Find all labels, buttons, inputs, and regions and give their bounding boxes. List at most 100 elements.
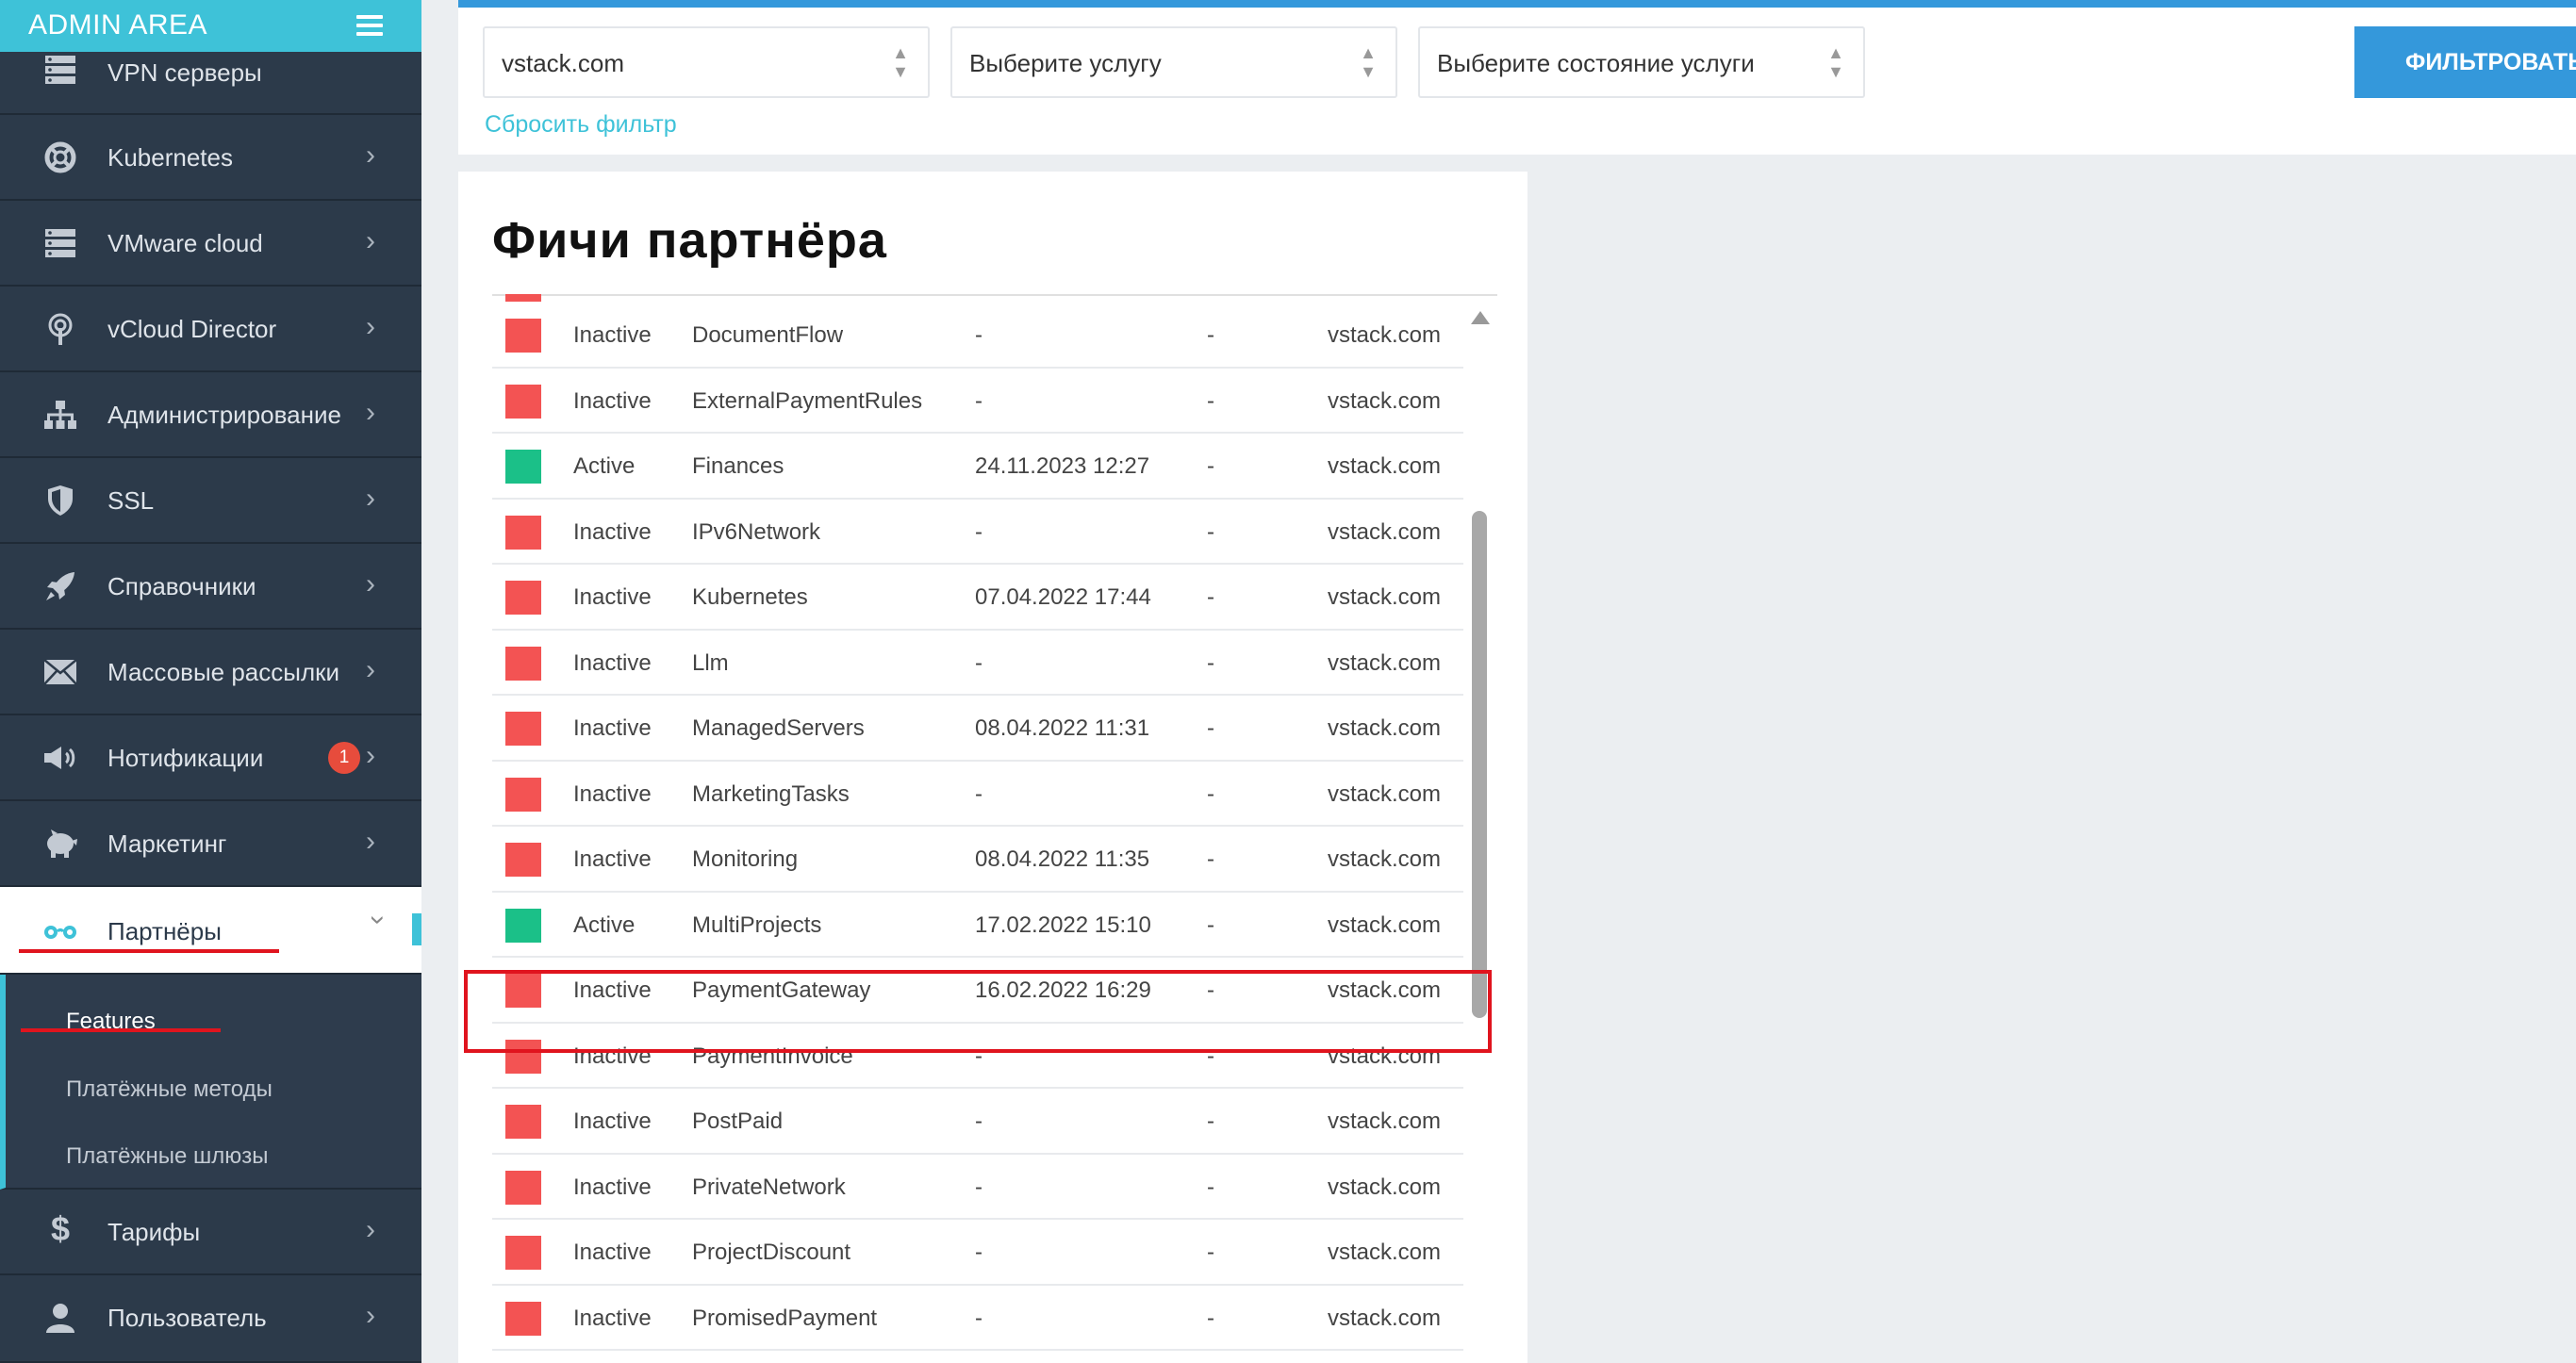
reset-filter-link[interactable]: Сбросить фильтр	[485, 111, 677, 139]
sidebar-item-label: Администрирование	[107, 401, 341, 429]
submenu-item-payment-methods[interactable]: Платёжные методы	[66, 1076, 272, 1103]
sitemap-icon	[43, 398, 77, 432]
status-cell: Inactive	[573, 1174, 652, 1200]
date-cell: -	[975, 649, 983, 676]
feature-name-cell: ManagedServers	[692, 715, 865, 741]
sidebar-item-label: Нотификации	[107, 744, 264, 772]
status-cell: Inactive	[573, 1240, 652, 1265]
table-row[interactable]: Inactive MarketingTasks - - vstack.com	[492, 762, 1463, 827]
sidebar-item-label: VMware cloud	[107, 229, 263, 257]
annotation-underline-partners	[19, 949, 279, 953]
sidebar-item-user[interactable]: Пользователь ›	[0, 1275, 421, 1363]
table-row[interactable]: Active MultiProjects 17.02.2022 15:10 - vsta…	[492, 893, 1463, 958]
server-icon	[43, 226, 77, 260]
service-state-select[interactable]: Выберите состояние услуги ▲ ▼	[1418, 26, 1865, 98]
domain-select[interactable]: vstack.com ▲ ▼	[483, 26, 930, 98]
chevron-right-icon: ›	[366, 1214, 375, 1245]
status-indicator	[505, 450, 541, 484]
table-row[interactable]: Inactive Kubernetes 07.04.2022 17:44 - vstac…	[492, 565, 1463, 631]
shield-icon	[43, 484, 77, 517]
table-row[interactable]: Inactive PromisedPayment - - vstack.com	[492, 1286, 1463, 1351]
feature-name-cell: ProjectDiscount	[692, 1240, 851, 1265]
status-cell: Inactive	[573, 1305, 652, 1331]
sidebar-item-tariffs[interactable]: $ Тарифы ›	[0, 1190, 421, 1275]
scroll-up-arrow-icon[interactable]	[1471, 311, 1490, 324]
chevron-right-icon: ›	[366, 225, 375, 256]
chevron-right-icon: ›	[366, 740, 375, 771]
partners-submenu: Features Платёжные методы Платёжные шлюз…	[0, 975, 421, 1190]
chevron-right-icon: ›	[366, 826, 375, 857]
sidebar-item-administration[interactable]: Администрирование ›	[0, 372, 421, 458]
table-row[interactable]: Inactive PrivateNetwork - - vstack.com	[492, 1155, 1463, 1220]
chevron-right-icon: ›	[366, 568, 375, 599]
status-cell: Active	[573, 453, 636, 479]
extra-cell: -	[1207, 1174, 1214, 1200]
extra-cell: -	[1207, 715, 1214, 741]
table-row[interactable]: Inactive Llm - - vstack.com	[492, 631, 1463, 696]
extra-cell: -	[1207, 453, 1214, 479]
feature-name-cell: MarketingTasks	[692, 780, 850, 807]
chevron-right-icon: ›	[366, 654, 375, 685]
status-indicator	[505, 319, 541, 353]
sidebar-item-references[interactable]: Справочники ›	[0, 544, 421, 630]
feature-name-cell: PromisedPayment	[692, 1305, 878, 1331]
partner-features-card: Фичи партнёра Inactive DocumentFlow - - vsta…	[458, 172, 1527, 1363]
date-cell: 24.11.2023 12:27	[975, 453, 1150, 479]
sidebar-item-vmware-cloud[interactable]: VMware cloud ›	[0, 201, 421, 287]
table-row[interactable]: Active Finances 24.11.2023 12:27 - vstack.co…	[492, 434, 1463, 500]
sidebar-item-label: Пользователь	[107, 1304, 267, 1332]
status-indicator	[505, 908, 541, 943]
hamburger-menu-icon[interactable]	[356, 15, 383, 36]
status-cell: Inactive	[573, 649, 652, 676]
extra-cell: -	[1207, 1108, 1214, 1134]
sidebar-item-label: Массовые рассылки	[107, 658, 340, 686]
sidebar-item-kubernetes[interactable]: Kubernetes ›	[0, 115, 421, 201]
status-cell: Inactive	[573, 715, 652, 741]
sidebar-item-label: Kubernetes	[107, 143, 233, 172]
feature-name-cell: PostPaid	[692, 1108, 784, 1134]
table-row[interactable]: Inactive ExternalPaymentRules - - vstack.com	[492, 369, 1463, 434]
active-indicator	[412, 913, 421, 945]
status-cell: Inactive	[573, 1108, 652, 1134]
service-select-value: Выберите услугу	[969, 49, 1162, 77]
date-cell: -	[975, 1240, 983, 1265]
sidebar-item-partners[interactable]: Партнёры ›	[0, 887, 421, 975]
megaphone-icon	[43, 741, 77, 775]
extra-cell: -	[1207, 846, 1214, 872]
annotation-highlight-box	[464, 970, 1492, 1053]
lifebuoy-icon	[43, 140, 77, 174]
feature-name-cell: DocumentFlow	[692, 322, 844, 348]
table-row[interactable]: Inactive ProjectDiscount - - vstack.com	[492, 1220, 1463, 1286]
extra-cell: -	[1207, 322, 1214, 348]
status-indicator	[505, 515, 541, 550]
feature-name-cell: PrivateNetwork	[692, 1174, 846, 1200]
date-cell: -	[975, 1305, 983, 1331]
filter-button[interactable]: ФИЛЬТРОВАТЬ	[2354, 26, 2576, 98]
table-row[interactable]: Inactive Monitoring 08.04.2022 11:35 - vstac…	[492, 827, 1463, 893]
table-row[interactable]: Inactive DocumentFlow - - vstack.com	[492, 303, 1463, 369]
extra-cell: -	[1207, 1305, 1214, 1331]
service-select[interactable]: Выберите услугу ▲ ▼	[950, 26, 1397, 98]
sidebar-item-notifications[interactable]: Нотификации 1 ›	[0, 715, 421, 801]
domain-cell: vstack.com	[1328, 1108, 1442, 1134]
page-title: Фичи партнёра	[492, 212, 887, 269]
glasses-icon	[43, 913, 77, 947]
feature-name-cell: ExternalPaymentRules	[692, 387, 923, 414]
date-cell: -	[975, 322, 983, 348]
status-indicator	[505, 843, 541, 877]
status-indicator	[505, 777, 541, 812]
domain-cell: vstack.com	[1328, 846, 1442, 872]
status-indicator	[505, 1105, 541, 1139]
sidebar-item-marketing[interactable]: Маркетинг ›	[0, 801, 421, 887]
sidebar-item-vcloud-director[interactable]: vCloud Director ›	[0, 287, 421, 372]
status-indicator	[505, 581, 541, 615]
submenu-item-payment-gateways[interactable]: Платёжные шлюзы	[66, 1143, 269, 1170]
date-cell: 08.04.2022 11:35	[975, 846, 1150, 872]
table-row[interactable]: Inactive ManagedServers 08.04.2022 11:31 - v…	[492, 696, 1463, 762]
sidebar-item-mass-mailing[interactable]: Массовые рассылки ›	[0, 630, 421, 715]
table-row[interactable]: Inactive IPv6Network - - vstack.com	[492, 500, 1463, 565]
scrollbar-thumb[interactable]	[1472, 511, 1487, 1018]
table-row[interactable]: Inactive PostPaid - - vstack.com	[492, 1089, 1463, 1155]
date-cell: -	[975, 518, 983, 545]
sidebar-item-ssl[interactable]: SSL ›	[0, 458, 421, 544]
